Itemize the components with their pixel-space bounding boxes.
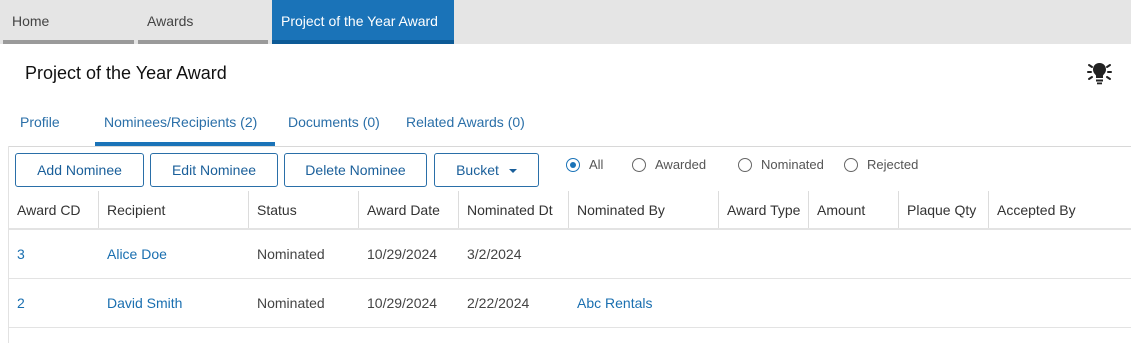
status-cell: Nominated: [257, 295, 325, 311]
column-header-award-type[interactable]: Award Type: [727, 202, 800, 218]
recipient-link[interactable]: David Smith: [107, 295, 182, 311]
row-divider: [9, 278, 1131, 279]
status-cell: Nominated: [257, 246, 325, 262]
award-cd-link[interactable]: 2: [17, 295, 25, 311]
nominated-dt-cell: 3/2/2024: [467, 246, 522, 262]
award-cd-link[interactable]: 3: [17, 246, 25, 262]
top-tab-home[interactable]: Home: [3, 0, 134, 44]
column-header-accepted-by[interactable]: Accepted By: [997, 202, 1076, 218]
add-nominee-button[interactable]: Add Nominee: [15, 153, 144, 187]
radio-icon: [632, 157, 646, 172]
delete-nominee-button[interactable]: Delete Nominee: [284, 153, 427, 187]
column-divider[interactable]: [358, 191, 359, 228]
tab-profile[interactable]: Profile: [20, 114, 60, 130]
column-header-plaque-qty[interactable]: Plaque Qty: [907, 202, 976, 218]
column-header-award-cd[interactable]: Award CD: [17, 202, 81, 218]
tab-nominees-recipients[interactable]: Nominees/Recipients (2): [104, 114, 257, 130]
page-title: Project of the Year Award: [25, 63, 227, 83]
top-tab-label: Project of the Year Award: [281, 13, 438, 29]
column-header-status[interactable]: Status: [257, 202, 297, 218]
button-label: Add Nominee: [37, 162, 122, 178]
radio-selected-icon: [566, 157, 580, 172]
column-header-amount[interactable]: Amount: [817, 202, 865, 218]
column-header-nominated-by[interactable]: Nominated By: [577, 202, 665, 218]
column-header-award-date[interactable]: Award Date: [367, 202, 440, 218]
bucket-dropdown-button[interactable]: Bucket: [434, 153, 539, 187]
filter-nominated-radio[interactable]: Nominated: [738, 157, 824, 172]
radio-label: Awarded: [655, 157, 707, 172]
button-label: Edit Nominee: [171, 162, 257, 178]
top-tab-bar: Home Awards Project of the Year Award: [0, 0, 1131, 44]
award-date-cell: 10/29/2024: [367, 246, 438, 262]
tab-documents[interactable]: Documents (0): [288, 114, 380, 130]
radio-icon: [738, 157, 752, 172]
lightbulb-icon[interactable]: [1086, 61, 1113, 85]
filter-all-radio[interactable]: All: [566, 157, 603, 172]
header-divider: [9, 228, 1131, 230]
nominated-by-link[interactable]: Abc Rentals: [577, 295, 652, 311]
column-divider[interactable]: [718, 191, 719, 228]
top-tab-project-of-the-year[interactable]: Project of the Year Award: [272, 0, 454, 44]
panel-border-left: [8, 146, 9, 343]
column-divider[interactable]: [248, 191, 249, 228]
award-date-cell: 10/29/2024: [367, 295, 438, 311]
column-divider[interactable]: [898, 191, 899, 228]
column-divider[interactable]: [458, 191, 459, 228]
row-divider: [9, 327, 1131, 328]
column-divider[interactable]: [988, 191, 989, 228]
button-label: Delete Nominee: [305, 162, 406, 178]
column-divider[interactable]: [808, 191, 809, 228]
top-tab-label: Home: [12, 13, 50, 29]
radio-label: All: [589, 157, 604, 172]
tab-related-awards[interactable]: Related Awards (0): [406, 114, 525, 130]
top-tab-label: Awards: [147, 13, 194, 29]
nominated-dt-cell: 2/22/2024: [467, 295, 530, 311]
caret-down-icon: [508, 168, 517, 173]
column-header-nominated-dt[interactable]: Nominated Dt: [467, 202, 553, 218]
radio-icon: [844, 157, 858, 172]
column-divider[interactable]: [568, 191, 569, 228]
column-header-recipient[interactable]: Recipient: [107, 202, 165, 218]
column-divider[interactable]: [98, 191, 99, 228]
button-label: Bucket: [456, 162, 499, 178]
top-tab-awards[interactable]: Awards: [138, 0, 268, 44]
recipient-link[interactable]: Alice Doe: [107, 246, 167, 262]
filter-rejected-radio[interactable]: Rejected: [844, 157, 918, 172]
radio-label: Nominated: [761, 157, 824, 172]
panel-border: [8, 146, 1131, 147]
filter-awarded-radio[interactable]: Awarded: [632, 157, 706, 172]
edit-nominee-button[interactable]: Edit Nominee: [150, 153, 278, 187]
radio-label: Rejected: [867, 157, 919, 172]
